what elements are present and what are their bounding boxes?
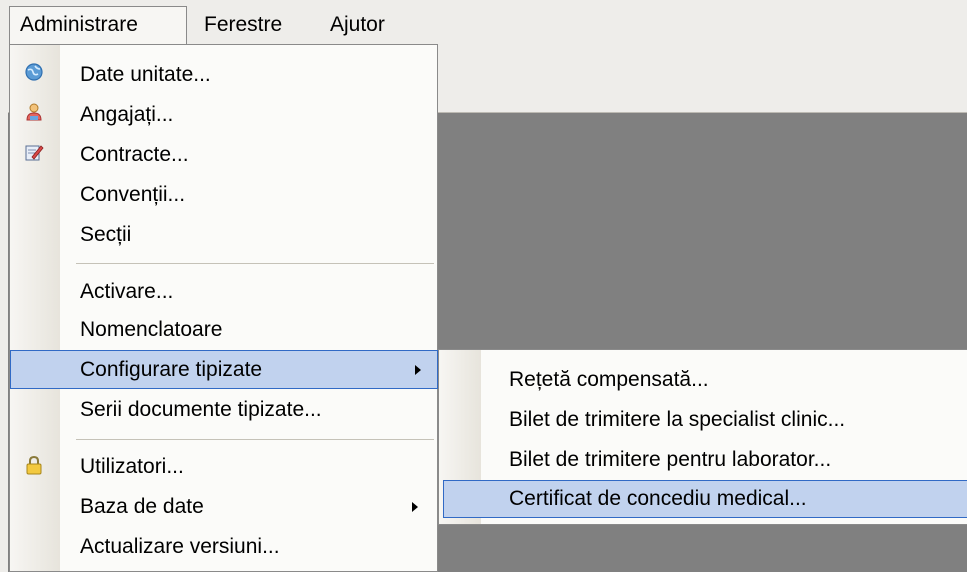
menu-item-conventii[interactable]: Convenții... xyxy=(14,175,434,215)
menu-item-label: Configurare tipizate xyxy=(80,358,263,381)
menu-item-label: Secții xyxy=(80,223,132,246)
menu-item-angajati[interactable]: Angajați... xyxy=(14,95,434,135)
submenu-arrow-icon xyxy=(412,502,418,512)
menu-item-serii-documente[interactable]: Serii documente tipizate... xyxy=(14,390,434,430)
menu-ajutor[interactable]: Ajutor xyxy=(320,6,395,44)
globe-icon xyxy=(25,63,43,81)
menu-ferestre[interactable]: Ferestre xyxy=(194,6,292,44)
edit-document-icon xyxy=(25,145,44,161)
menu-item-contracte[interactable]: Contracte... xyxy=(14,135,434,175)
menu-separator xyxy=(76,439,434,440)
submenu-item-label: Rețetă compensată... xyxy=(509,368,709,391)
menu-separator xyxy=(76,263,434,264)
menu-item-utilizatori[interactable]: Utilizatori... xyxy=(14,447,434,487)
submenu-item-bilet-laborator[interactable]: Bilet de trimitere pentru laborator... xyxy=(443,440,967,480)
menu-item-label: Actualizare versiuni... xyxy=(80,535,280,558)
menu-item-label: Angajați... xyxy=(80,103,174,126)
tipizate-submenu: Rețetă compensată... Bilet de trimitere … xyxy=(438,349,967,525)
menu-item-label: Baza de date xyxy=(80,495,204,518)
menu-item-date-unitate[interactable]: Date unitate... xyxy=(14,55,434,95)
submenu-item-label: Bilet de trimitere pentru laborator... xyxy=(509,448,832,471)
lock-icon xyxy=(26,455,42,475)
menu-item-activare[interactable]: Activare... xyxy=(14,272,434,312)
administrare-dropdown: Date unitate... Angajați... Contracte...… xyxy=(9,44,438,572)
submenu-item-bilet-specialist[interactable]: Bilet de trimitere la specialist clinic.… xyxy=(443,400,967,440)
menu-item-label: Convenții... xyxy=(80,183,186,206)
submenu-item-reteta-compensata[interactable]: Rețetă compensată... xyxy=(443,360,967,400)
menu-item-nomenclatoare[interactable]: Nomenclatoare xyxy=(14,310,434,350)
menu-ferestre-label: Ferestre xyxy=(204,13,283,36)
menu-item-configurare-tipizate[interactable]: Configurare tipizate xyxy=(10,350,438,389)
submenu-item-certificat-concediu[interactable]: Certificat de concediu medical... xyxy=(443,480,967,518)
menu-item-label: Nomenclatoare xyxy=(80,318,223,341)
menu-item-actualizare-versiuni[interactable]: Actualizare versiuni... xyxy=(14,527,434,567)
menu-item-label: Serii documente tipizate... xyxy=(80,398,322,421)
menu-administrare[interactable]: Administrare xyxy=(9,6,187,45)
window-left-edge xyxy=(0,112,8,572)
menu-ajutor-label: Ajutor xyxy=(330,13,385,36)
menu-item-label: Utilizatori... xyxy=(80,455,184,478)
menu-item-label: Date unitate... xyxy=(80,63,211,86)
submenu-item-label: Certificat de concediu medical... xyxy=(509,487,807,510)
menu-item-sectii[interactable]: Secții xyxy=(14,215,434,255)
user-icon xyxy=(26,103,42,121)
menu-item-label: Activare... xyxy=(80,280,174,303)
menubar: Administrare Ferestre Ajutor xyxy=(0,0,967,45)
menu-item-baza-de-date[interactable]: Baza de date xyxy=(14,487,434,527)
submenu-item-label: Bilet de trimitere la specialist clinic.… xyxy=(509,408,846,431)
menu-administrare-label: Administrare xyxy=(20,13,138,36)
menu-item-label: Contracte... xyxy=(80,143,189,166)
submenu-arrow-icon xyxy=(415,364,421,375)
